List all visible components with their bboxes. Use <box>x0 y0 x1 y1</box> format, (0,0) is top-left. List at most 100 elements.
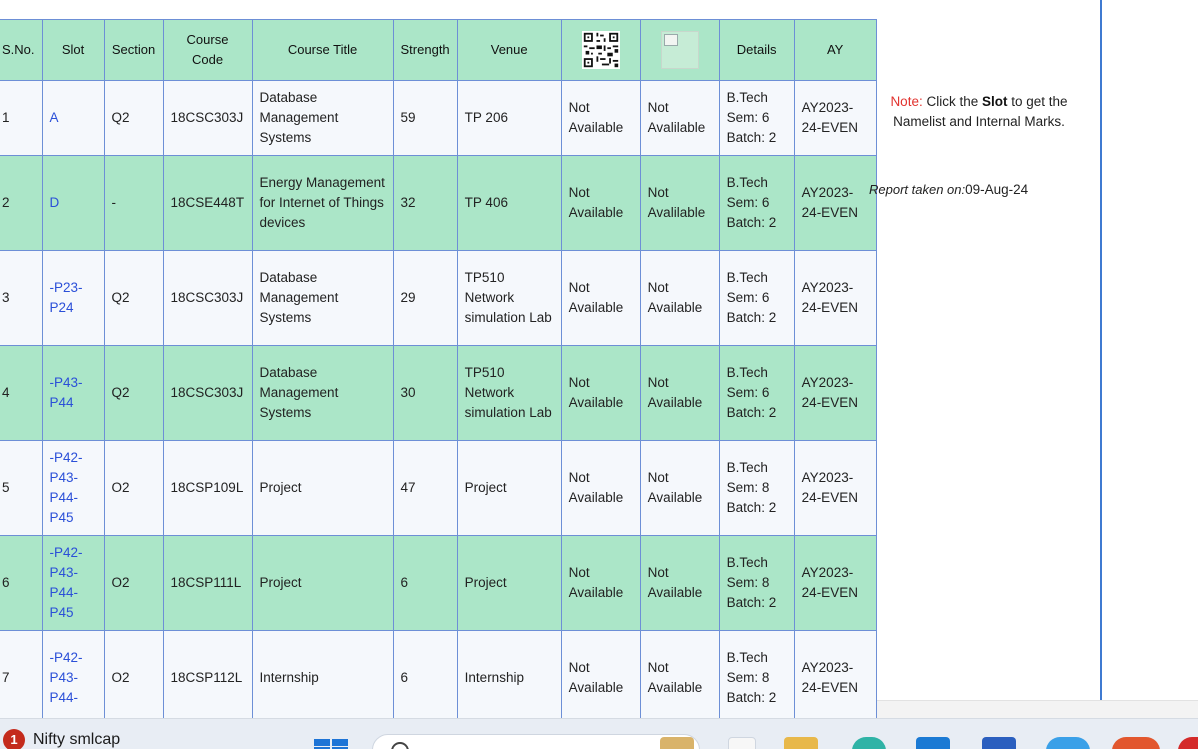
cell-course-title: Database Management Systems <box>251 345 394 441</box>
store-icon[interactable] <box>982 737 1016 749</box>
cell-ay: AY2023-24-EVEN <box>793 250 877 346</box>
cell-strength: 6 <box>392 535 458 631</box>
widget-icon[interactable] <box>660 737 694 749</box>
cell-ay: AY2023-24-EVEN <box>793 535 877 631</box>
cell-course-code: 18CSC303J <box>162 250 253 346</box>
cell-slot[interactable]: -P42-P43-P44-P45 <box>41 535 105 631</box>
cell-section: Q2 <box>103 345 164 441</box>
header-qr <box>560 19 641 81</box>
header-section: Section <box>103 19 164 81</box>
cell-course-code: 18CSP109L <box>162 440 253 536</box>
cell-qr-status: Not Available <box>560 440 641 536</box>
slot-link[interactable]: -P23-P24 <box>50 280 83 315</box>
table-row: 6 -P42-P43-P44-P45 O2 18CSP111L Project … <box>0 535 877 631</box>
file-explorer-icon[interactable] <box>784 737 818 749</box>
os-taskbar: 1 Nifty smlcap <box>0 718 1198 749</box>
slot-link[interactable]: D <box>50 195 60 210</box>
cell-details: B.Tech Sem: 8 Batch: 2 <box>718 630 795 726</box>
broken-image-icon <box>660 31 699 69</box>
cell-course-title: Project <box>251 535 394 631</box>
course-table-container: S.No. Slot Section Course Code Course Ti… <box>0 19 877 726</box>
header-course-title: Course Title <box>251 19 394 81</box>
cell-section: O2 <box>103 535 164 631</box>
cell-course-title: Database Management Systems <box>251 80 394 156</box>
cell-course-code: 18CSC303J <box>162 345 253 441</box>
slot-link[interactable]: -P43-P44 <box>50 375 83 410</box>
cell-sno: 7 <box>0 630 43 726</box>
notification-badge[interactable]: 1 <box>3 729 25 749</box>
cell-slot[interactable]: A <box>41 80 105 156</box>
header-details: Details <box>718 19 795 81</box>
qr-code-icon <box>581 31 620 69</box>
cell-sno: 5 <box>0 440 43 536</box>
table-row: 3 -P23-P24 Q2 18CSC303J Database Managem… <box>0 250 877 346</box>
slot-instruction-note: Note: Click the Slot to get the Namelist… <box>880 92 1078 132</box>
cell-venue: TP510 Network simulation Lab <box>456 345 562 441</box>
slot-link[interactable]: A <box>50 110 59 125</box>
cell-details: B.Tech Sem: 6 Batch: 2 <box>718 250 795 346</box>
cell-slot[interactable]: D <box>41 155 105 251</box>
cell-sno: 1 <box>0 80 43 156</box>
cell-venue: TP510 Network simulation Lab <box>456 250 562 346</box>
cell-venue: TP 206 <box>456 80 562 156</box>
slot-link[interactable]: -P42-P43-P44-P45 <box>50 545 83 620</box>
cell-venue: Project <box>456 440 562 536</box>
cell-photo-status: Not Available <box>639 440 720 536</box>
cell-strength: 47 <box>392 440 458 536</box>
report-date: 09-Aug-24 <box>965 182 1029 197</box>
pinned-app-icon[interactable] <box>1112 737 1160 749</box>
cell-photo-status: Not Avalilable <box>639 155 720 251</box>
slot-link[interactable]: -P42-P43-P44-P45 <box>50 450 83 525</box>
cell-slot[interactable]: -P43-P44 <box>41 345 105 441</box>
cell-section: Q2 <box>103 80 164 156</box>
header-sno: S.No. <box>0 19 43 81</box>
cell-ay: AY2023-24-EVEN <box>793 440 877 536</box>
table-row: 7 -P42-P43-P44- O2 18CSP112L Internship … <box>0 630 877 726</box>
table-header-row: S.No. Slot Section Course Code Course Ti… <box>0 19 877 81</box>
cell-section: Q2 <box>103 250 164 346</box>
cell-sno: 3 <box>0 250 43 346</box>
cell-photo-status: Not Available <box>639 630 720 726</box>
page-right-gutter <box>1100 0 1198 700</box>
table-row: 4 -P43-P44 Q2 18CSC303J Database Managem… <box>0 345 877 441</box>
cell-sno: 6 <box>0 535 43 631</box>
header-slot: Slot <box>41 19 105 81</box>
cell-course-title: Project <box>251 440 394 536</box>
cell-section: - <box>103 155 164 251</box>
mail-icon[interactable] <box>916 737 950 749</box>
cell-venue: TP 406 <box>456 155 562 251</box>
chrome-icon[interactable] <box>1046 737 1090 749</box>
cell-course-title: Internship <box>251 630 394 726</box>
cell-strength: 30 <box>392 345 458 441</box>
table-row: 2 D - 18CSE448T Energy Management for In… <box>0 155 877 251</box>
cell-qr-status: Not Available <box>560 80 641 156</box>
cell-slot[interactable]: -P23-P24 <box>41 250 105 346</box>
cell-details: B.Tech Sem: 8 Batch: 2 <box>718 440 795 536</box>
cell-details: B.Tech Sem: 6 Batch: 2 <box>718 80 795 156</box>
table-row: 5 -P42-P43-P44-P45 O2 18CSP109L Project … <box>0 440 877 536</box>
cell-details: B.Tech Sem: 8 Batch: 2 <box>718 535 795 631</box>
report-label: Report taken on: <box>869 182 966 197</box>
market-widget-text[interactable]: Nifty smlcap <box>33 731 120 749</box>
cell-ay: AY2023-24-EVEN <box>793 80 877 156</box>
edge-browser-icon[interactable] <box>852 737 886 749</box>
taskbar-search-box[interactable] <box>372 734 700 749</box>
note-label: Note: <box>890 94 923 109</box>
cell-strength: 32 <box>392 155 458 251</box>
cell-sno: 4 <box>0 345 43 441</box>
cell-qr-status: Not Available <box>560 630 641 726</box>
slot-link[interactable]: -P42-P43-P44- <box>50 650 83 705</box>
app-icon[interactable] <box>728 737 756 749</box>
table-row: 1 A Q2 18CSC303J Database Management Sys… <box>0 80 877 156</box>
cell-course-code: 18CSC303J <box>162 80 253 156</box>
cell-strength: 59 <box>392 80 458 156</box>
header-ay: AY <box>793 19 877 81</box>
cell-ay: AY2023-24-EVEN <box>793 345 877 441</box>
pinned-app-icon-2[interactable] <box>1178 737 1198 749</box>
cell-slot[interactable]: -P42-P43-P44-P45 <box>41 440 105 536</box>
cell-photo-status: Not Available <box>639 535 720 631</box>
report-timestamp: Report taken on:09-Aug-24 <box>869 180 1028 200</box>
cell-slot[interactable]: -P42-P43-P44- <box>41 630 105 726</box>
course-table: S.No. Slot Section Course Code Course Ti… <box>0 19 877 726</box>
cell-strength: 29 <box>392 250 458 346</box>
